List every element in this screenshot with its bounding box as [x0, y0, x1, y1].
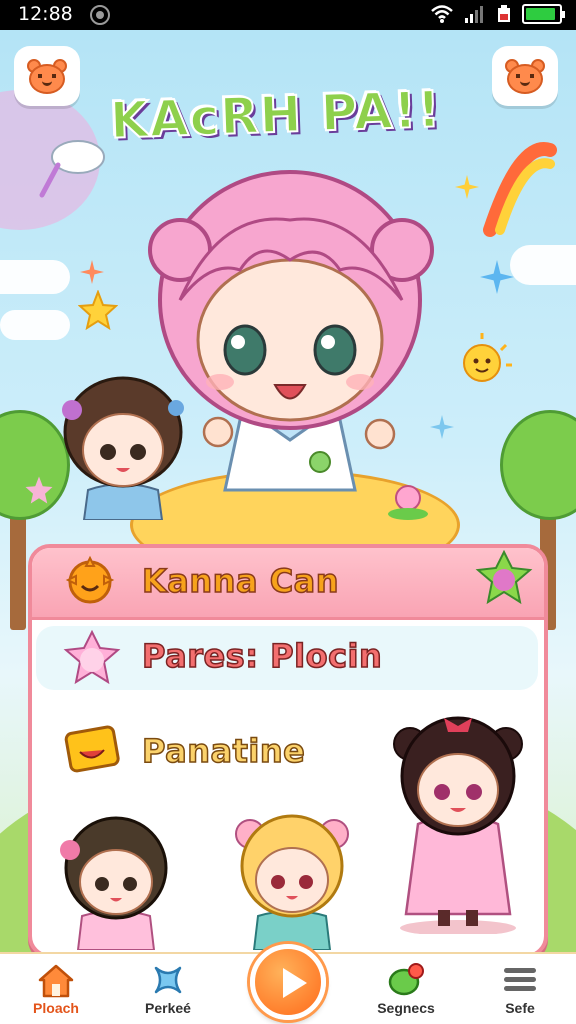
cloud [510, 245, 576, 285]
bear-face-icon [26, 58, 68, 94]
nav-label: Segnecs [377, 1000, 435, 1016]
cloud [0, 260, 70, 294]
nav-item-home[interactable]: Ploach [6, 960, 106, 1024]
notification-icon [90, 5, 110, 25]
character-card[interactable] [230, 804, 354, 950]
nav-item-perkee[interactable]: Perkeé [118, 960, 218, 1024]
game-scene: KAcRH PA!! Kanna Can Pares: Plocin Panat… [0, 30, 576, 952]
tree [500, 410, 576, 520]
sun-icon [463, 333, 512, 382]
bag-badge-icon [64, 725, 120, 773]
wifi-icon [431, 5, 453, 23]
home-icon [38, 964, 74, 998]
sun-badge-icon [65, 555, 115, 604]
sparkle-icon [455, 175, 479, 199]
bear-face-icon [504, 58, 546, 94]
panel-row-three: Panatine [141, 731, 306, 771]
small-girl-character [62, 376, 184, 520]
nav-label: Perkeé [145, 1000, 191, 1016]
rainbow-icon [483, 142, 557, 237]
panel-row-two: Pares: Plocin [141, 636, 383, 676]
character-card[interactable] [388, 704, 528, 934]
star-icon [78, 290, 118, 330]
sparkle-icon [480, 260, 514, 294]
signal-icon [465, 6, 483, 23]
panel-title: Kanna Can [141, 561, 340, 601]
nav-item-segnecs[interactable]: Segnecs [356, 960, 456, 1024]
character-card[interactable] [56, 810, 176, 950]
game-logo: KAcRH PA!! [108, 79, 443, 151]
character-panel: Kanna Can Pares: Plocin Panatine [28, 544, 548, 952]
status-time: 12:88 [18, 3, 73, 25]
menu-icon [504, 968, 536, 991]
status-bar: 12:88 [0, 0, 576, 30]
bottom-nav: Ploach Perkeé Segnecs Sefe [0, 944, 576, 1024]
settings-button[interactable] [492, 46, 558, 106]
battery-icon [522, 4, 565, 24]
nav-label: Sefe [505, 1000, 535, 1016]
leaf-icon [388, 963, 424, 996]
status-icons [430, 4, 565, 24]
sparkle-icon [80, 260, 104, 284]
play-button[interactable] [250, 944, 326, 1020]
nav-label: Ploach [33, 1000, 79, 1016]
flower-icon [25, 476, 53, 504]
flower-badge-icon [475, 550, 533, 605]
cloud [0, 310, 70, 340]
profile-button[interactable] [14, 46, 80, 106]
nav-item-sefe[interactable]: Sefe [470, 960, 570, 1024]
sim-icon [498, 5, 510, 22]
flower-badge-icon [63, 630, 121, 685]
flower-icon [388, 485, 428, 520]
cross-icon [154, 966, 182, 994]
cloud-wand-icon [39, 140, 105, 198]
